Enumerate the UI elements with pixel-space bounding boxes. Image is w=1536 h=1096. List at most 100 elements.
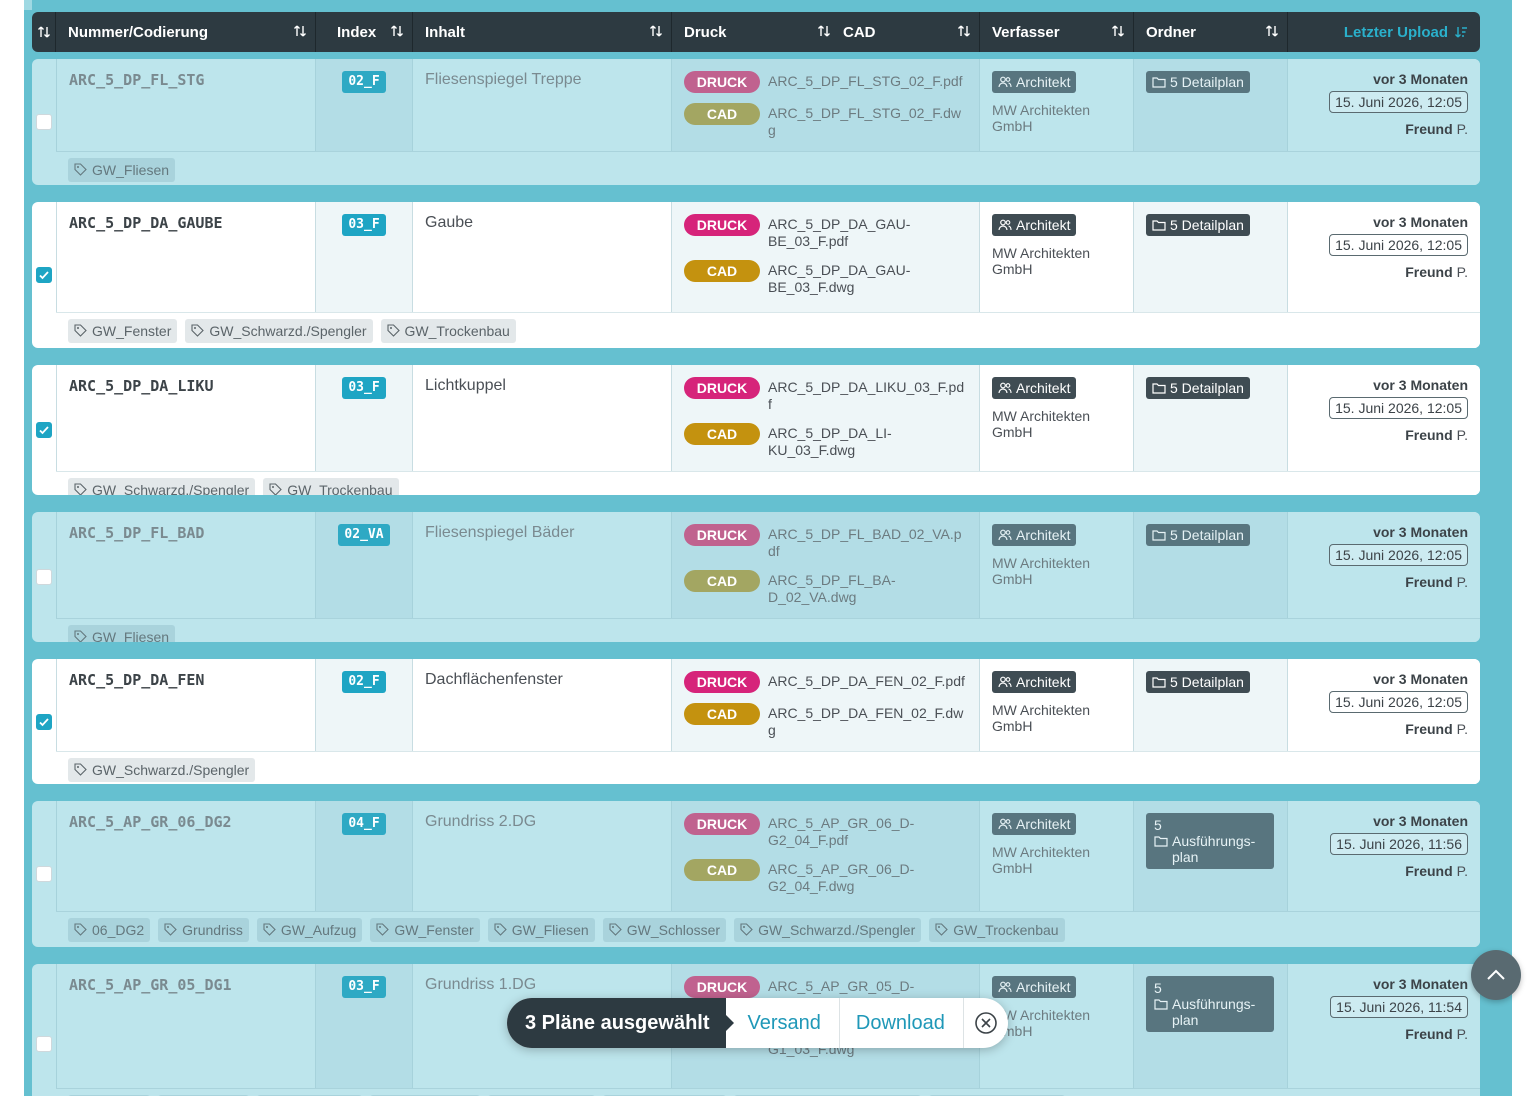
dwg-file-link[interactable]: ARC_5_DP_DA_FEN_02_F.dwg — [768, 703, 967, 739]
column-header-nummer[interactable]: Nummer/Codierung — [56, 12, 316, 52]
sort-desc-icon[interactable] — [1454, 25, 1468, 39]
dwg-file-link[interactable]: ARC_5_AP_GR_06_D-G2_04_F.dwg — [768, 859, 967, 895]
pdf-file-link[interactable]: ARC_5_DP_DA_GAU-BE_03_F.pdf — [768, 214, 967, 250]
send-button[interactable]: Versand — [726, 998, 840, 1048]
dwg-file-link[interactable]: ARC_5_DP_FL_STG_02_F.dwg — [768, 103, 967, 139]
tag-chip[interactable]: GW_Schwarzd./Spengler — [185, 318, 373, 343]
row-checkbox[interactable] — [36, 569, 52, 585]
dwg-file-link[interactable]: ARC_5_DP_DA_LI-KU_03_F.dwg — [768, 423, 967, 459]
tag-chip[interactable]: GW_Fliesen — [487, 917, 595, 942]
plans-table-frame: Nummer/Codierung Index Inhalt Druck CAD … — [24, 0, 1512, 1096]
pdf-file-link[interactable]: ARC_5_DP_DA_FEN_02_F.pdf — [768, 671, 965, 690]
folder-badge[interactable]: 5 Detailplan — [1146, 71, 1250, 93]
files-cell: DRUCK ARC_5_AP_GR_06_D-G2_04_F.pdf CAD ARC_… — [671, 801, 979, 911]
tag-list: 06_DG2 Grundriss GW_Aufzug GW_Fenster GW_Fli… — [56, 911, 1480, 947]
column-header-ordner[interactable]: Ordner — [1134, 12, 1288, 52]
folder-badge[interactable]: 5 Ausführungs-plan — [1146, 813, 1274, 869]
pdf-file-link[interactable]: ARC_5_DP_DA_LIKU_03_F.pdf — [768, 377, 967, 413]
tag-chip[interactable]: GW_Trockenbau — [263, 477, 399, 495]
column-header-upload[interactable]: Letzter Upload — [1288, 12, 1480, 52]
tag-chip[interactable]: GW_Schwarzd./Spengler — [68, 477, 256, 495]
sort-icon[interactable] — [1111, 24, 1125, 38]
plan-number-cell: ARC_5_DP_FL_STG — [56, 59, 315, 151]
tag-chip[interactable]: Grundriss — [158, 917, 249, 942]
users-icon — [998, 219, 1012, 231]
row-checkbox[interactable] — [36, 114, 52, 130]
plan-number[interactable]: ARC_5_DP_DA_GAUBE — [69, 214, 223, 232]
folder-badge[interactable]: 5 Detailplan — [1146, 214, 1250, 236]
folder-icon — [1152, 383, 1166, 394]
dwg-file-link[interactable]: ARC_5_DP_FL_BA-D_02_VA.dwg — [768, 570, 967, 606]
tag-chip[interactable]: GW_Schwarzd./Spengler — [734, 917, 922, 942]
index-cell: 04_F — [315, 801, 412, 911]
sort-icon[interactable] — [649, 24, 663, 38]
pdf-file-link[interactable]: ARC_5_DP_FL_STG_02_F.pdf — [768, 71, 963, 90]
folder-badge[interactable]: 5 Ausführungs-plan — [1146, 976, 1274, 1032]
table-row[interactable]: ARC_5_DP_FL_STG 02_F Fliesenspiegel Treppe… — [32, 59, 1480, 185]
tag-chip[interactable]: GW_Fenster — [68, 318, 178, 343]
upload-cell: vor 3 Monaten 15. Juni 2026, 11:56 Freund … — [1287, 801, 1480, 911]
tag-chip[interactable]: GW_Fenster — [370, 917, 480, 942]
column-header-druck-cad[interactable]: Druck CAD — [672, 12, 980, 52]
tag-icon — [74, 163, 87, 176]
download-button[interactable]: Download — [840, 998, 964, 1048]
plan-number[interactable]: ARC_5_DP_FL_BAD — [69, 524, 204, 542]
tag-chip[interactable]: GW_Fliesen — [68, 157, 176, 182]
tag-chip[interactable]: GW_Trockenbau — [929, 917, 1065, 942]
folder-badge[interactable]: 5 Detailplan — [1146, 671, 1250, 693]
table-row[interactable]: ARC_5_DP_DA_GAUBE 03_F Gaube DRUCK ARC_5_DP_… — [32, 202, 1480, 348]
plan-number[interactable]: ARC_5_AP_GR_06_DG2 — [69, 813, 232, 831]
index-badge: 02_F — [342, 71, 386, 93]
tag-chip[interactable]: GW_Aufzug — [256, 917, 363, 942]
clear-selection-button[interactable] — [964, 1011, 1008, 1035]
selection-toolbar: 3 Pläne ausgewählt Versand Download — [507, 998, 1008, 1048]
row-checkbox[interactable] — [36, 1036, 52, 1052]
pdf-file-link[interactable]: ARC_5_AP_GR_06_D-G2_04_F.pdf — [768, 813, 967, 849]
dwg-file-link[interactable]: ARC_5_DP_DA_GAU-BE_03_F.dwg — [768, 260, 967, 296]
role-badge: Architekt — [992, 377, 1077, 399]
tag-chip[interactable]: GW_Trockenbau — [380, 318, 516, 343]
tag-chip[interactable]: GW_Fliesen — [68, 624, 176, 642]
folder-badge[interactable]: 5 Detailplan — [1146, 377, 1250, 399]
table-row[interactable]: ARC_5_AP_GR_06_DG2 04_F Grundriss 2.DG DRUC… — [32, 801, 1480, 947]
tag-chip[interactable]: GW_Schwarzd./Spengler — [68, 757, 256, 782]
index-badge: 03_F — [342, 377, 386, 399]
sort-icon[interactable] — [390, 24, 404, 38]
tag-icon — [191, 324, 205, 337]
plan-number[interactable]: ARC_5_DP_FL_STG — [69, 71, 204, 89]
sort-icon[interactable] — [957, 24, 971, 38]
check-icon — [39, 271, 49, 280]
folder-icon — [1152, 77, 1166, 88]
row-checkbox[interactable] — [36, 713, 52, 730]
plan-number[interactable]: ARC_5_DP_DA_LIKU — [69, 377, 214, 395]
users-icon — [998, 76, 1012, 88]
cad-pill: CAD — [684, 859, 760, 881]
sort-icon[interactable] — [293, 24, 307, 38]
select-all-sort[interactable] — [32, 12, 56, 52]
plan-number[interactable]: ARC_5_AP_GR_05_DG1 — [69, 976, 232, 994]
folder-badge[interactable]: 5 Detailplan — [1146, 524, 1250, 546]
table-row[interactable]: ARC_5_DP_FL_BAD 02_VA Fliesenspiegel Bäder… — [32, 512, 1480, 642]
table-row[interactable]: ARC_5_DP_DA_FEN 02_F Dachflächenfenster DRU… — [32, 659, 1480, 784]
column-header-index[interactable]: Index — [316, 12, 413, 52]
tag-icon — [740, 923, 753, 936]
table-row[interactable]: ARC_5_DP_DA_LIKU 03_F Lichtkuppel DRUCK ARC_… — [32, 365, 1480, 495]
sort-icon[interactable] — [1265, 24, 1279, 38]
plan-number-cell: ARC_5_DP_DA_LIKU — [56, 365, 315, 471]
author-cell: Architekt MW Architekten GmbH — [979, 801, 1133, 911]
row-checkbox[interactable] — [36, 422, 52, 438]
users-icon — [998, 818, 1012, 830]
pdf-file-link[interactable]: ARC_5_DP_FL_BAD_02_VA.pdf — [768, 524, 967, 560]
row-checkbox[interactable] — [36, 267, 52, 283]
column-header-verfasser[interactable]: Verfasser — [980, 12, 1134, 52]
uploader: Freund P. — [1405, 574, 1468, 590]
row-checkbox[interactable] — [36, 866, 52, 882]
tag-chip[interactable]: GW_Schlosser — [602, 917, 727, 942]
upload-cell: vor 3 Monaten 15. Juni 2026, 12:05 Freund … — [1287, 365, 1480, 471]
tag-chip[interactable]: 06_DG2 — [68, 917, 151, 942]
plan-number[interactable]: ARC_5_DP_DA_FEN — [69, 671, 204, 689]
plan-number-cell: ARC_5_AP_GR_05_DG1 — [56, 964, 315, 1088]
sort-icon[interactable] — [817, 24, 831, 38]
scroll-to-top-button[interactable] — [1471, 950, 1521, 1000]
column-header-inhalt[interactable]: Inhalt — [413, 12, 672, 52]
